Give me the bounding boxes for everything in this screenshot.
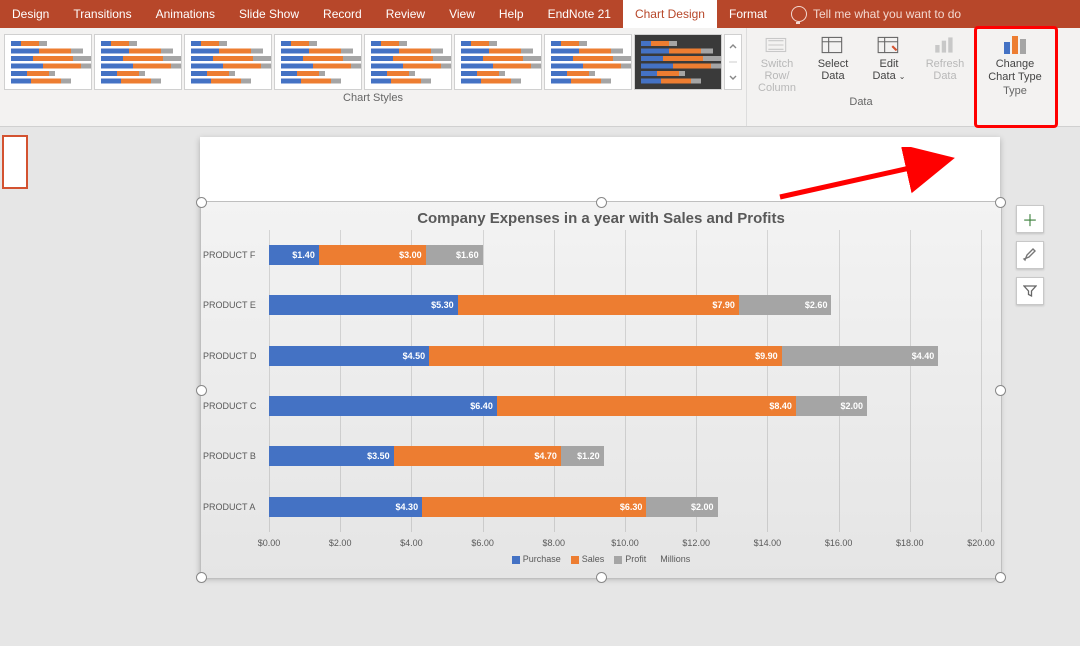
edit-data-label: Edit Data ⌄ xyxy=(872,58,905,82)
workspace: Company Expenses in a year with Sales an… xyxy=(0,127,1080,646)
tell-me-search[interactable]: Tell me what you want to do xyxy=(779,0,973,28)
select-data-label: Select Data xyxy=(818,58,849,82)
selection-handle[interactable] xyxy=(995,385,1006,396)
chart-object[interactable]: Company Expenses in a year with Sales an… xyxy=(200,201,1002,579)
chart-side-buttons: ＋ xyxy=(1016,205,1044,305)
chart-style-7[interactable] xyxy=(544,34,632,90)
selection-handle[interactable] xyxy=(596,197,607,208)
chart-style-2[interactable] xyxy=(94,34,182,90)
chart-styles-more[interactable] xyxy=(724,34,742,90)
bar-segment[interactable]: $4.30 xyxy=(269,497,422,517)
tab-chart-design[interactable]: Chart Design xyxy=(623,0,717,28)
x-axis-tick: $14.00 xyxy=(754,538,782,548)
change-chart-type-button[interactable]: Change Chart Type xyxy=(982,32,1048,83)
select-data-button[interactable]: Select Data xyxy=(807,32,859,94)
type-group: Change Chart Type Type xyxy=(975,28,1054,126)
bar-segment[interactable]: $2.60 xyxy=(739,295,832,315)
ribbon-tab-strip: DesignTransitionsAnimationsSlide ShowRec… xyxy=(0,0,1080,28)
bar-segment[interactable]: $3.00 xyxy=(319,245,426,265)
bar-segment[interactable]: $1.20 xyxy=(561,446,604,466)
x-axis-tick: $8.00 xyxy=(543,538,566,548)
chart-style-6[interactable] xyxy=(454,34,542,90)
data-group-label: Data xyxy=(849,94,872,108)
chart-styles-label: Chart Styles xyxy=(0,90,746,104)
bar-segment[interactable]: $4.40 xyxy=(782,346,939,366)
x-axis-tick: $18.00 xyxy=(896,538,924,548)
bar-segment[interactable]: $6.40 xyxy=(269,396,497,416)
refresh-data-button: Refresh Data xyxy=(919,32,971,94)
x-axis-tick: $6.00 xyxy=(471,538,494,548)
x-axis-tick: $4.00 xyxy=(400,538,423,548)
bar-segment[interactable]: $5.30 xyxy=(269,295,458,315)
x-axis-tick: $10.00 xyxy=(611,538,639,548)
x-axis-tick: $20.00 xyxy=(967,538,995,548)
tab-help[interactable]: Help xyxy=(487,0,536,28)
slide-thumbnail-panel xyxy=(0,135,26,189)
category-label: PRODUCT A xyxy=(203,502,265,512)
selection-handle[interactable] xyxy=(196,197,207,208)
category-label: PRODUCT B xyxy=(203,451,265,461)
category-label: PRODUCT F xyxy=(203,250,265,260)
chart-legend[interactable]: Purchase Sales Profit Millions xyxy=(201,554,1001,564)
x-axis-tick: $16.00 xyxy=(825,538,853,548)
bar-segment[interactable]: $9.90 xyxy=(429,346,781,366)
x-axis-tick: $2.00 xyxy=(329,538,352,548)
bar-segment[interactable]: $1.60 xyxy=(426,245,483,265)
tab-view[interactable]: View xyxy=(437,0,487,28)
category-label: PRODUCT E xyxy=(203,300,265,310)
tab-slide-show[interactable]: Slide Show xyxy=(227,0,311,28)
bar-segment[interactable]: $1.40 xyxy=(269,245,319,265)
chart-style-4[interactable] xyxy=(274,34,362,90)
chart-style-1[interactable] xyxy=(4,34,92,90)
bar-segment[interactable]: $6.30 xyxy=(422,497,646,517)
selection-handle[interactable] xyxy=(196,385,207,396)
switch-row-column-label: Switch Row/ Column xyxy=(751,58,803,94)
chart-style-8[interactable] xyxy=(634,34,722,90)
chart-styles-button[interactable] xyxy=(1016,241,1044,269)
bar-segment[interactable]: $4.70 xyxy=(394,446,561,466)
chart-title[interactable]: Company Expenses in a year with Sales an… xyxy=(201,210,1001,227)
tab-record[interactable]: Record xyxy=(311,0,374,28)
tab-animations[interactable]: Animations xyxy=(144,0,227,28)
change-chart-type-label: Change Chart Type xyxy=(988,58,1042,83)
legend-item[interactable]: Sales xyxy=(571,554,605,564)
category-label: PRODUCT D xyxy=(203,351,265,361)
switch-row-column-button: Switch Row/ Column xyxy=(751,32,803,94)
chart-style-5[interactable] xyxy=(364,34,452,90)
selection-handle[interactable] xyxy=(196,572,207,583)
legend-item[interactable]: Profit xyxy=(614,554,646,564)
tab-design[interactable]: Design xyxy=(0,0,61,28)
bulb-icon xyxy=(791,6,807,22)
edit-data-button[interactable]: Edit Data ⌄ xyxy=(863,32,915,94)
category-label: PRODUCT C xyxy=(203,401,265,411)
x-axis-tick: $0.00 xyxy=(258,538,281,548)
selection-handle[interactable] xyxy=(995,572,1006,583)
tab-review[interactable]: Review xyxy=(374,0,437,28)
chart-plot-area[interactable]: PRODUCT F$1.40$3.00$1.60PRODUCT E$5.30$7… xyxy=(269,230,981,532)
bar-segment[interactable]: $8.40 xyxy=(497,396,796,416)
bar-segment[interactable]: $4.50 xyxy=(269,346,429,366)
type-group-label: Type xyxy=(1003,83,1027,97)
bar-segment[interactable]: $3.50 xyxy=(269,446,394,466)
tab-format[interactable]: Format xyxy=(717,0,779,28)
x-axis-tick: $12.00 xyxy=(682,538,710,548)
bar-segment[interactable]: $7.90 xyxy=(458,295,739,315)
legend-item[interactable]: Purchase xyxy=(512,554,561,564)
bar-segment[interactable]: $2.00 xyxy=(796,396,867,416)
axis-unit: Millions xyxy=(660,554,690,564)
selection-handle[interactable] xyxy=(995,197,1006,208)
selection-handle[interactable] xyxy=(596,572,607,583)
slide-thumbnail-1[interactable] xyxy=(2,135,28,189)
bar-segment[interactable]: $2.00 xyxy=(646,497,717,517)
chart-style-3[interactable] xyxy=(184,34,272,90)
ribbon: Chart Styles Switch Row/ Column Select D… xyxy=(0,28,1080,127)
chart-styles-group: Chart Styles xyxy=(0,28,746,126)
tab-transitions[interactable]: Transitions xyxy=(61,0,143,28)
chart-filters-button[interactable] xyxy=(1016,277,1044,305)
data-group: Switch Row/ Column Select Data Edit Data… xyxy=(746,28,975,126)
tab-endnote-21[interactable]: EndNote 21 xyxy=(536,0,623,28)
chart-elements-button[interactable]: ＋ xyxy=(1016,205,1044,233)
refresh-data-label: Refresh Data xyxy=(926,58,965,82)
